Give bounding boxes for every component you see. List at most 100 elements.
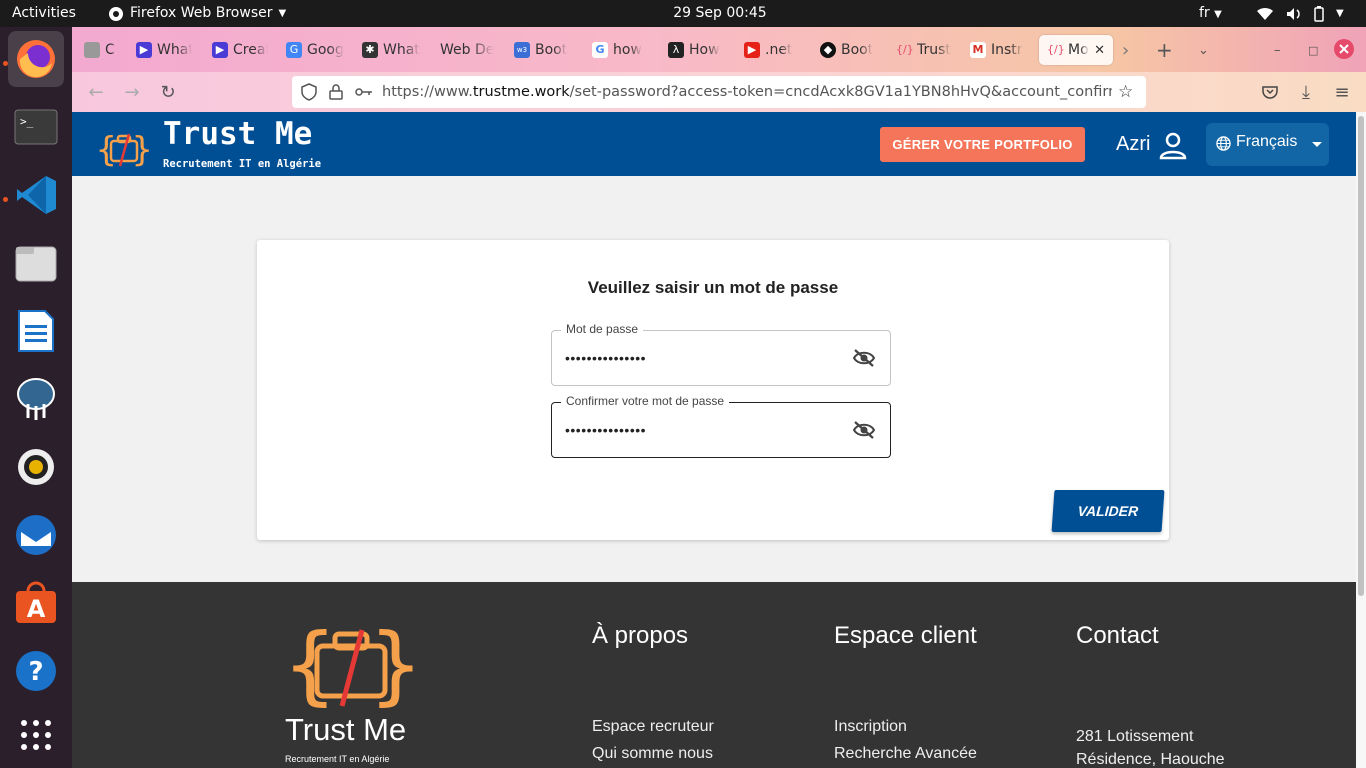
arrow-left-icon: ← [88,81,104,103]
dock-pgadmin[interactable] [8,371,64,427]
dock-terminal[interactable]: >_ [8,99,64,155]
confirm-password-field[interactable]: Confirmer votre mot de passe [551,394,891,458]
maximize-window-button[interactable]: □ [1308,35,1322,65]
chevron-right-icon: › [1122,39,1130,61]
browser-tab[interactable]: λ How [668,35,724,65]
footer-brand[interactable]: Trust Me [285,712,406,748]
tab-favicon-icon: ✱ [362,42,378,58]
footer-client-title: Espace client [834,622,977,649]
tab-favicon-icon: G [286,42,302,58]
browser-tab[interactable]: ▶ .net [744,35,800,65]
minimize-window-button[interactable]: – [1274,35,1288,65]
writer-icon [18,310,54,352]
tab-label: What [383,42,420,58]
browser-tab[interactable]: ◆ Boot [820,35,876,65]
browser-tab[interactable]: Ca [84,35,116,65]
help-icon: ? [16,651,56,691]
dock-thunderbird[interactable] [8,507,64,563]
page-scrollbar[interactable] [1356,112,1366,768]
footer-contact-address-line: 281 Lotissement [1076,728,1194,745]
browser-tab[interactable]: ▶ What [136,35,192,65]
dock-software-center[interactable]: A [8,575,64,631]
browser-tab[interactable]: w3 Boot [514,35,572,65]
browser-tab[interactable]: Ghow [592,35,646,65]
close-window-button[interactable] [1332,37,1356,61]
footer-link-signup[interactable]: Inscription [834,718,907,736]
browser-tab[interactable]: ✱ What [362,35,420,65]
reload-button[interactable]: ↻ [156,80,180,104]
list-all-tabs-button[interactable]: ⌄ [1198,35,1218,65]
forward-button[interactable]: → [120,80,144,104]
browser-tab[interactable]: G Goog [286,35,344,65]
tab-label: .net [765,42,793,58]
key-icon[interactable] [355,86,373,98]
dock-libreoffice-writer[interactable] [8,303,64,359]
shield-icon[interactable] [301,83,317,101]
language-select[interactable]: Français [1206,123,1329,166]
clock[interactable]: 29 Sep 00:45 [0,0,1366,27]
close-tab-icon[interactable]: ✕ [1094,43,1105,58]
tab-favicon-icon: {/} [1047,43,1065,56]
url-path: /set-password?access-token=cncdAcxk8GV1a… [569,84,1112,100]
browser-tab[interactable]: ▶ Creat [212,35,268,65]
briefcase-logo-icon[interactable]: { } [96,130,152,170]
url-text: https://www.trustme.work/set-password?ac… [382,84,1112,100]
svg-text:A: A [27,595,46,623]
language-code: fr [1199,5,1210,21]
app-menu-button[interactable]: ≡ [1330,80,1354,104]
manage-portfolio-button[interactable]: GÉRER VOTRE PORTFOLIO [880,127,1085,162]
hamburger-menu-icon: ≡ [1334,81,1350,103]
browser-tab-active[interactable]: {/} Mo ✕ [1039,35,1113,65]
tab-favicon-icon: {/} [896,43,914,56]
hide-confirm-password-icon[interactable] [852,420,876,440]
dock-files[interactable] [8,235,64,291]
chevron-down-icon: ▼ [1336,8,1344,19]
battery-icon [1314,5,1324,22]
password-field[interactable]: Mot de passe [551,322,891,386]
svg-text:}: } [132,130,152,170]
svg-text:{: { [96,130,116,170]
browser-tab-bar: Ca ▶ What ▶ Creat G Goog ✱ What Web De w3 Boo… [72,27,1366,72]
dock-show-apps[interactable] [8,707,64,763]
browser-tab[interactable]: Web De [440,35,498,65]
footer-link-advanced-search[interactable]: Recherche Avancée [834,745,977,763]
downloads-button[interactable]: ⤓ [1294,80,1318,104]
footer-contact-address-line: Résidence, Haouche [1076,751,1225,768]
keyboard-language-indicator[interactable]: fr ▼ [1199,0,1222,27]
browser-tab[interactable]: {/} Trust [896,35,952,65]
tab-scroll-right-button[interactable]: › [1122,35,1142,65]
tab-label: Goog [307,42,344,58]
reload-icon: ↻ [160,81,176,103]
tab-label: Instr [991,42,1023,58]
volume-icon [1287,7,1300,20]
brand-title[interactable]: Trust Me [163,116,312,152]
chevron-down-icon [1312,142,1322,147]
new-tab-button[interactable]: + [1156,35,1176,65]
footer-link-recruiter-space[interactable]: Espace recruteur [592,718,714,736]
tab-label: Boot [535,42,568,58]
password-input[interactable] [565,346,835,370]
close-icon [1334,39,1354,59]
tab-favicon-icon: ◆ [820,42,836,58]
bookmark-star-icon[interactable]: ☆ [1118,82,1133,102]
pocket-button[interactable] [1258,80,1282,104]
dock-vscode[interactable] [8,167,64,223]
system-status-menu[interactable]: ▼ [1256,0,1344,27]
back-button[interactable]: ← [84,80,108,104]
briefcase-logo-icon: { } [284,616,418,708]
dock-firefox[interactable] [8,31,64,87]
footer-brand-subtitle: Recrutement IT en Algérie [285,754,390,764]
browser-tab[interactable]: M Instr [970,35,1026,65]
confirm-password-input[interactable] [565,418,835,442]
footer-link-about-us[interactable]: Qui somme nous [592,745,713,763]
user-account-icon[interactable] [1158,132,1188,160]
user-name[interactable]: Azri [1116,133,1150,156]
dock-help[interactable]: ? [8,643,64,699]
url-bar[interactable]: https://www.trustme.work/set-password?ac… [292,76,1146,108]
lock-icon[interactable] [329,84,343,100]
validate-button[interactable]: VALIDER [1051,490,1165,532]
language-select-label: Français [1236,133,1298,150]
dock-rhythmbox[interactable] [8,439,64,495]
hide-password-icon[interactable] [852,348,876,368]
scrollbar-thumb[interactable] [1358,116,1364,596]
